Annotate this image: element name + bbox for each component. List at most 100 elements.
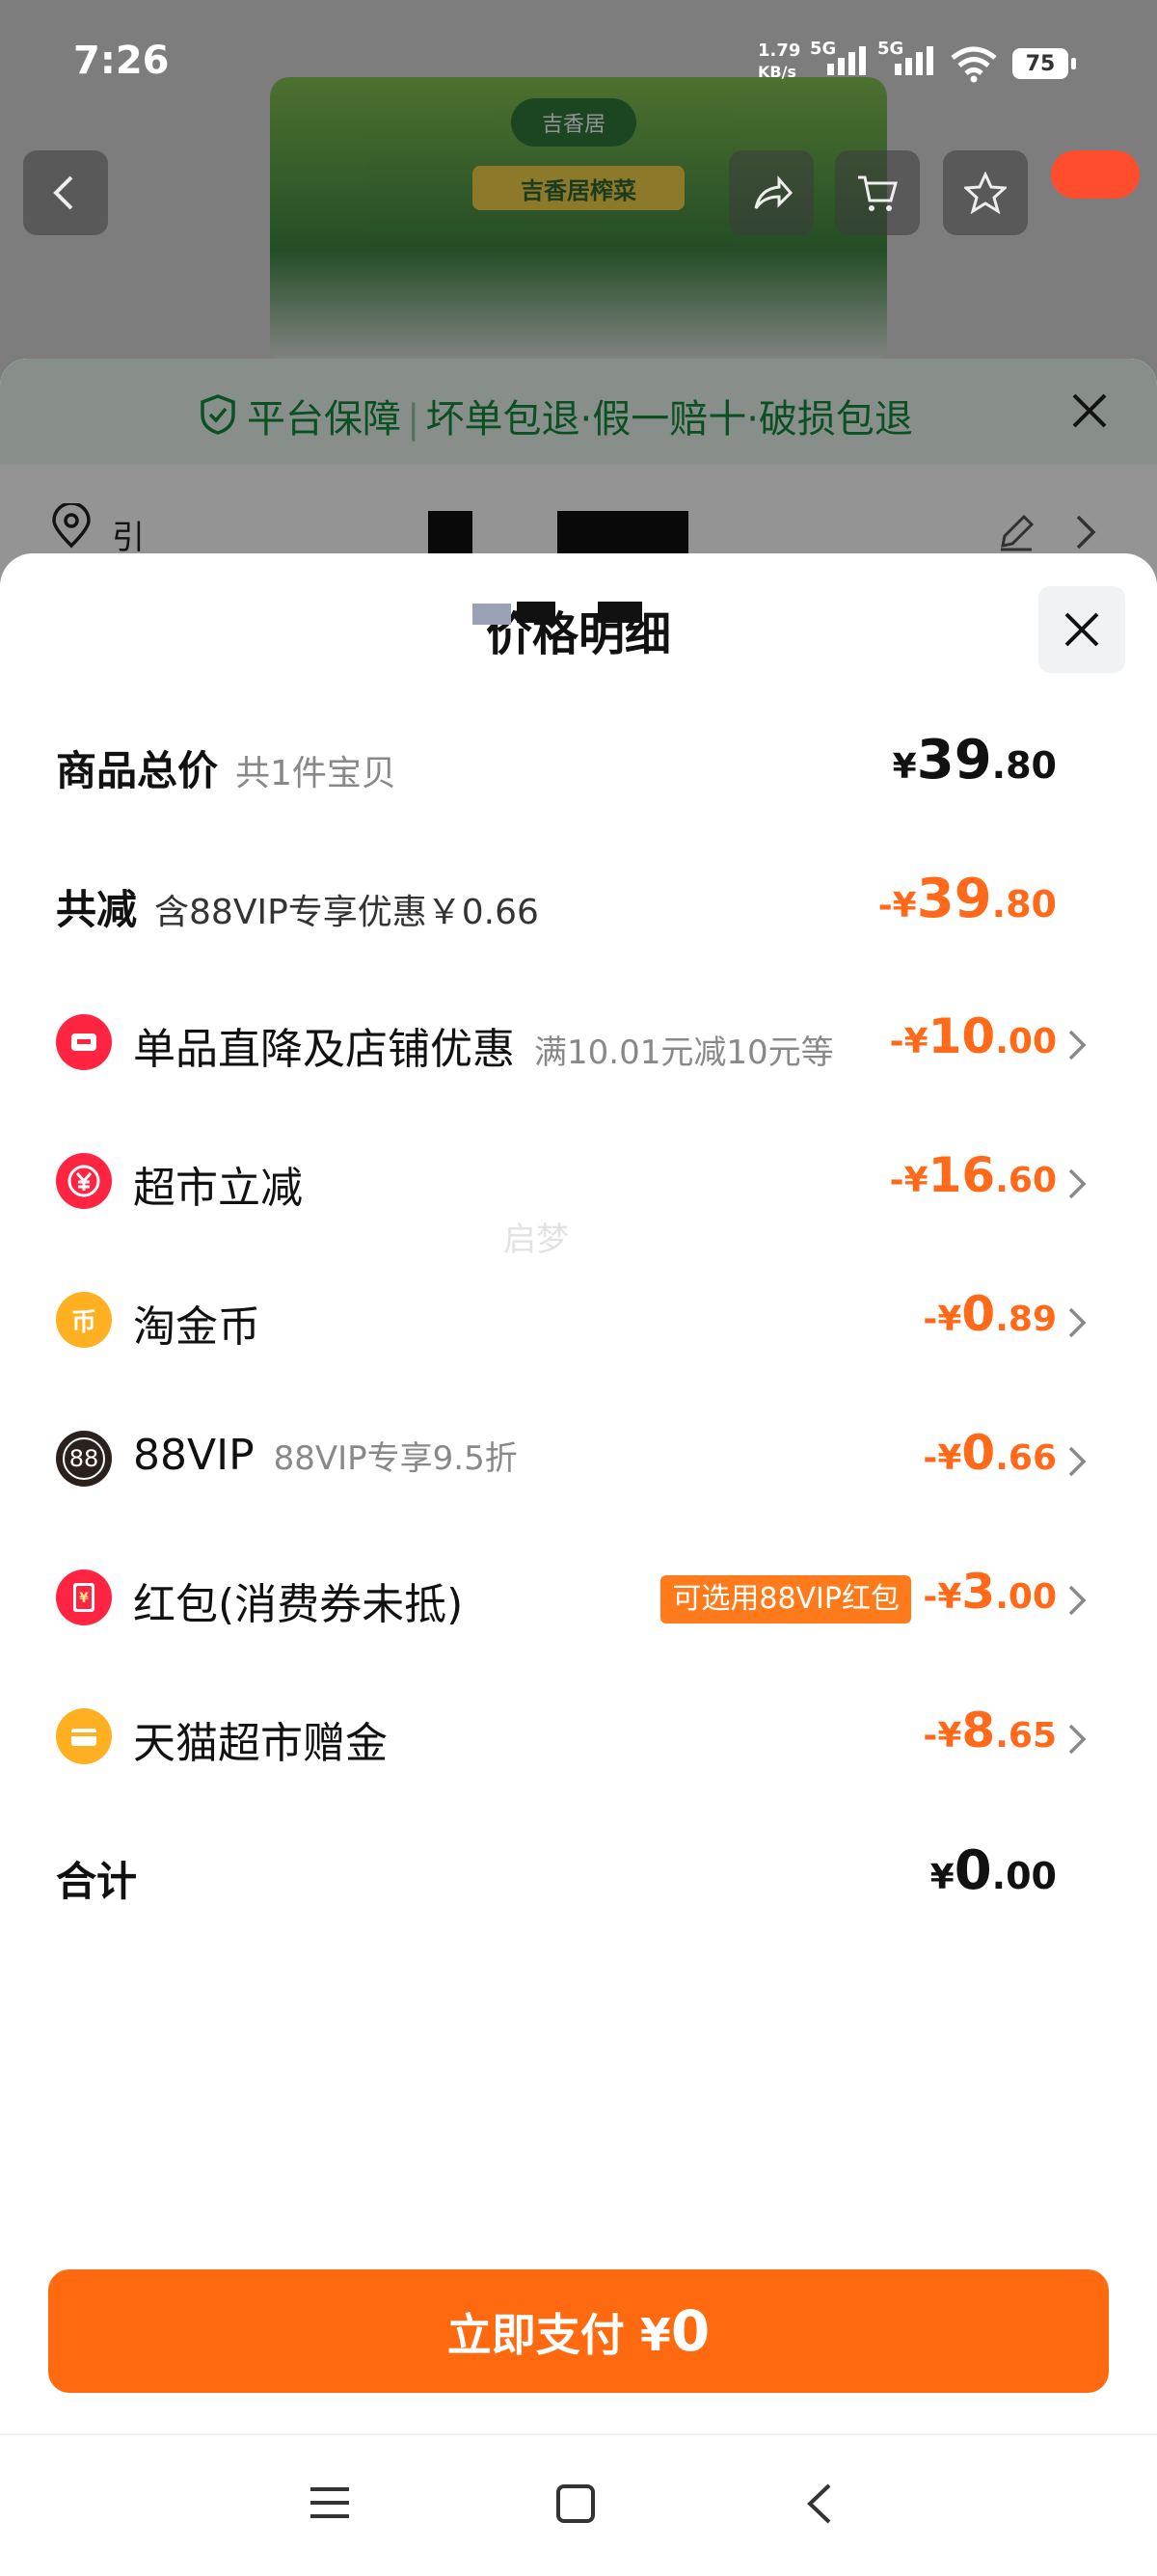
- sum-label: 合计: [56, 1858, 138, 1905]
- vip88-icon: 88: [56, 1431, 112, 1487]
- gift-money-icon: [56, 1708, 112, 1764]
- minus-currency: -¥: [923, 1716, 962, 1756]
- watermark-text: 启梦: [503, 1221, 569, 1259]
- vip-discount-note: 含88VIP专享优惠￥0.66: [154, 893, 539, 932]
- discount-item-amount: -¥10.00: [890, 1008, 1057, 1064]
- minus-currency: -¥: [923, 1300, 962, 1339]
- menu-icon[interactable]: [307, 2482, 353, 2524]
- discount-item-name: 88VIP: [133, 1431, 255, 1480]
- sum-row: 合计 ¥0.00: [0, 1832, 1157, 1928]
- amount-decimal: .66: [995, 1438, 1057, 1478]
- chevron-right-icon: [1068, 1307, 1087, 1338]
- pay-currency: ¥: [639, 2309, 671, 2361]
- amount-decimal: .00: [991, 1855, 1057, 1897]
- minus-currency: -¥: [923, 1577, 962, 1617]
- amount-integer: 8: [961, 1703, 996, 1758]
- amount-integer: 3: [961, 1564, 996, 1620]
- amount-integer: 16: [928, 1147, 996, 1203]
- svg-text:¥: ¥: [79, 1591, 89, 1606]
- chevron-right-icon: [1068, 1168, 1087, 1199]
- chevron-right-icon: [1068, 1446, 1087, 1477]
- message-badge[interactable]: [1051, 150, 1140, 199]
- star-icon: [964, 172, 1007, 214]
- red-packet-icon: ¥: [56, 1570, 112, 1625]
- total-reduction-title: 共减: [56, 886, 138, 933]
- amount-integer: 39: [916, 729, 992, 792]
- cart-icon: [858, 175, 898, 211]
- discount-item-label: 天猫超市赠金: [133, 1708, 388, 1770]
- signal-icon: [827, 46, 870, 75]
- total-price-amount: ¥39.80: [893, 729, 1057, 792]
- status-bar: 7:26 1.79 KB/s 5G 5G 75: [0, 0, 1157, 125]
- close-button[interactable]: [1038, 586, 1125, 673]
- redaction-mark: [472, 604, 511, 625]
- back-nav-icon[interactable]: [800, 2482, 839, 2526]
- discount-item-name: 单品直降及店铺优惠: [133, 1025, 515, 1074]
- discount-item-label: 超市立减: [133, 1153, 303, 1215]
- amount-integer: 0: [961, 1286, 996, 1342]
- system-navigation-bar: [0, 2433, 1157, 2576]
- redaction-mark: [598, 602, 642, 623]
- vip88-glyph: 88: [63, 1437, 105, 1480]
- minus-currency: -¥: [889, 1161, 928, 1200]
- share-button[interactable]: [729, 150, 814, 235]
- sheet-title: 价格明细: [485, 607, 671, 661]
- discount-item-taojinbi[interactable]: 币 淘金币 -¥0.89: [0, 1276, 1157, 1373]
- cart-button[interactable]: [835, 150, 920, 235]
- amount-integer: 0: [961, 1425, 996, 1481]
- discount-item-amount: -¥0.66: [923, 1425, 1057, 1481]
- amount-decimal: .80: [991, 744, 1057, 787]
- network-speed-value: 1.79: [758, 40, 801, 61]
- home-icon[interactable]: [553, 2482, 598, 2526]
- amount-decimal: .60: [995, 1161, 1057, 1200]
- battery-icon: 75: [1012, 48, 1076, 79]
- discount-item-red-packet[interactable]: ¥ 红包(消费券未抵) 可选用88VIP红包 -¥3.00: [0, 1554, 1157, 1650]
- pay-amount: 0: [670, 2298, 711, 2364]
- discount-item-supermarket[interactable]: 超市立减 -¥16.60: [0, 1138, 1157, 1234]
- shop-coupon-icon: [56, 1014, 112, 1070]
- total-price-label: 商品总价 共1件宝贝: [56, 738, 396, 797]
- discount-item-note: 满10.01元减10元等: [534, 1033, 834, 1072]
- discount-item-label: 单品直降及店铺优惠 满10.01元减10元等: [133, 1014, 834, 1076]
- discount-item-amount: -¥3.00: [923, 1564, 1057, 1620]
- vip-red-packet-tag[interactable]: 可选用88VIP红包: [660, 1575, 911, 1623]
- discount-item-gift-money[interactable]: 天猫超市赠金 -¥8.65: [0, 1693, 1157, 1789]
- pay-now-label: 立即支付 ¥0: [446, 2298, 710, 2364]
- amount-decimal: .65: [995, 1716, 1057, 1756]
- close-icon: [1064, 612, 1099, 647]
- back-button[interactable]: [23, 150, 108, 235]
- amount-decimal: .89: [995, 1300, 1057, 1339]
- discount-item-name: 红包(消费券未抵): [133, 1580, 464, 1629]
- discount-item-label: 88VIP 88VIP专享9.5折: [133, 1431, 518, 1480]
- pay-now-button[interactable]: 立即支付 ¥0: [48, 2269, 1109, 2393]
- discount-item-amount: -¥0.89: [923, 1286, 1057, 1342]
- discount-item-shop[interactable]: 单品直降及店铺优惠 满10.01元减10元等 -¥10.00: [0, 999, 1157, 1095]
- discount-item-note: 88VIP专享9.5折: [273, 1439, 518, 1478]
- discount-item-amount: -¥8.65: [923, 1703, 1057, 1758]
- currency-symbol: ¥: [892, 747, 917, 787]
- total-price-title: 商品总价: [56, 747, 219, 794]
- coin-glyph: 币: [70, 1307, 96, 1337]
- discount-item-amount: -¥16.60: [890, 1147, 1057, 1203]
- currency-symbol: ¥: [929, 1858, 955, 1897]
- total-reduction-label: 共减 含88VIP专享优惠￥0.66: [56, 877, 539, 936]
- favorite-button[interactable]: [943, 150, 1028, 235]
- discount-item-88vip[interactable]: 88 88VIP 88VIP专享9.5折 -¥0.66: [0, 1415, 1157, 1512]
- discount-item-name: 超市立减: [133, 1164, 303, 1213]
- amount-integer: 39: [916, 868, 992, 930]
- supermarket-discount-icon: [56, 1153, 112, 1209]
- pay-now-text: 立即支付: [446, 2309, 625, 2361]
- chevron-right-icon: [1068, 1585, 1087, 1616]
- taojinbi-coin-icon: 币: [56, 1292, 112, 1348]
- discount-item-name: 天猫超市赠金: [133, 1719, 388, 1768]
- discount-item-label: 红包(消费券未抵): [133, 1570, 463, 1631]
- status-time: 7:26: [73, 39, 170, 83]
- discount-item-label: 淘金币: [133, 1292, 260, 1354]
- wifi-icon: [951, 46, 997, 83]
- amount-decimal: .00: [995, 1577, 1057, 1617]
- amount-decimal: .00: [995, 1022, 1057, 1061]
- minus-currency: -¥: [877, 886, 917, 926]
- chevron-right-icon: [1068, 1030, 1087, 1060]
- signal-icon-2: [895, 46, 937, 75]
- total-price-row: 商品总价 共1件宝贝 ¥39.80: [0, 721, 1157, 818]
